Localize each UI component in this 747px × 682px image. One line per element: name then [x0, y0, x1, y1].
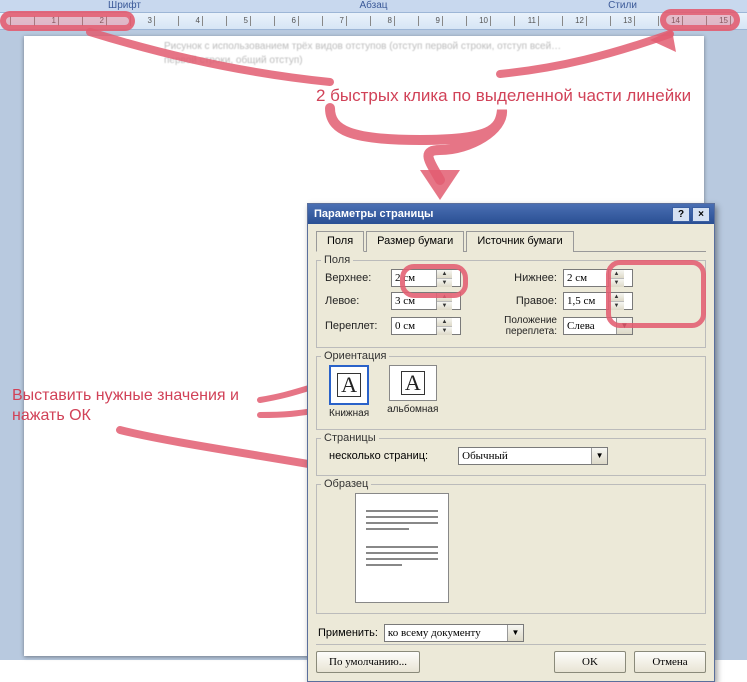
ruler-tick[interactable]: 12: [562, 16, 586, 26]
dialog-tabs: Поля Размер бумаги Источник бумаги: [316, 230, 706, 252]
margins-group: Верхнее: ▲▼ Нижнее: ▲▼ Левое: ▲▼ Правое:: [316, 260, 706, 348]
ruler-tick[interactable]: [202, 16, 226, 26]
dialog-title: Параметры страницы: [314, 208, 433, 220]
ruler-tick[interactable]: 15: [706, 16, 730, 26]
orientation-landscape[interactable]: A альбомная: [387, 365, 438, 419]
ruler-tick[interactable]: [250, 16, 274, 26]
help-button[interactable]: ?: [672, 207, 690, 222]
label-left: Левое:: [325, 295, 385, 307]
label-gutter: Переплет:: [325, 320, 385, 332]
ruler-tick[interactable]: 6: [274, 16, 298, 26]
cancel-button[interactable]: Отмена: [634, 651, 706, 673]
dropdown-apply-to[interactable]: ▼: [384, 624, 524, 642]
tab-margins[interactable]: Поля: [316, 231, 364, 252]
close-button[interactable]: ×: [692, 207, 710, 222]
ruler-tick[interactable]: [442, 16, 466, 26]
ruler-tick[interactable]: [490, 16, 514, 26]
spin-down-icon[interactable]: ▼: [437, 279, 452, 287]
chevron-down-icon[interactable]: ▼: [591, 448, 607, 464]
ribbon-group-paragraph: Абзац: [249, 0, 498, 12]
ruler-tick[interactable]: 11: [514, 16, 538, 26]
preview-group: [316, 484, 706, 614]
ruler-tick[interactable]: [586, 16, 610, 26]
input-bottom-margin[interactable]: ▲▼: [563, 269, 633, 287]
ruler-tick[interactable]: [538, 16, 562, 26]
label-top: Верхнее:: [325, 272, 385, 284]
orientation-group: A Книжная A альбомная: [316, 356, 706, 430]
orientation-portrait[interactable]: A Книжная: [329, 365, 369, 419]
doc-line-1: Рисунок с использованием трёх видов отст…: [164, 40, 564, 54]
ruler-tick[interactable]: 7: [322, 16, 346, 26]
dialog-titlebar[interactable]: Параметры страницы ? ×: [308, 204, 714, 224]
tab-source[interactable]: Источник бумаги: [466, 231, 573, 252]
ruler-tick[interactable]: [634, 16, 658, 26]
doc-line-2: первой строки, общий отступ): [164, 54, 564, 68]
ruler-tick[interactable]: 14: [658, 16, 682, 26]
defaults-button[interactable]: По умолчанию...: [316, 651, 420, 673]
label-apply: Применить:: [318, 627, 378, 639]
ruler-tick[interactable]: 4: [178, 16, 202, 26]
ruler-tick[interactable]: [58, 16, 82, 26]
ribbon-group-styles: Стили: [498, 0, 747, 12]
ruler-tick[interactable]: 13: [610, 16, 634, 26]
ruler-tick[interactable]: 9: [418, 16, 442, 26]
label-bottom: Нижнее:: [467, 272, 557, 284]
dropdown-pages[interactable]: ▼: [458, 447, 608, 465]
ruler-tick[interactable]: 2: [82, 16, 106, 26]
preview-thumbnail: [355, 493, 449, 603]
ruler-tick[interactable]: 5: [226, 16, 250, 26]
label-gutter-pos: Положение переплета:: [467, 315, 557, 337]
ruler-tick[interactable]: [154, 16, 178, 26]
ruler-tick[interactable]: [730, 16, 747, 26]
tab-paper[interactable]: Размер бумаги: [366, 231, 464, 252]
chevron-down-icon[interactable]: ▼: [616, 318, 632, 334]
label-pages: несколько страниц:: [329, 450, 428, 462]
ruler-tick[interactable]: [346, 16, 370, 26]
chevron-down-icon[interactable]: ▼: [507, 625, 523, 641]
input-top-margin[interactable]: ▲▼: [391, 269, 461, 287]
ruler-tick[interactable]: 1: [34, 16, 58, 26]
spin-up-icon[interactable]: ▲: [437, 270, 452, 279]
pages-group: несколько страниц: ▼: [316, 438, 706, 476]
landscape-icon: A: [401, 371, 425, 395]
ruler-tick[interactable]: [394, 16, 418, 26]
ribbon-group-labels: Шрифт Абзац Стили: [0, 0, 747, 12]
ruler-tick[interactable]: 8: [370, 16, 394, 26]
dropdown-gutter-position[interactable]: ▼: [563, 317, 633, 335]
label-right: Правое:: [467, 295, 557, 307]
ruler-tick[interactable]: [682, 16, 706, 26]
input-right-margin[interactable]: ▲▼: [563, 292, 633, 310]
page-setup-dialog: Параметры страницы ? × Поля Размер бумаг…: [307, 203, 715, 682]
input-gutter[interactable]: ▲▼: [391, 317, 461, 335]
input-left-margin[interactable]: ▲▼: [391, 292, 461, 310]
ok-button[interactable]: OK: [554, 651, 626, 673]
ruler-tick[interactable]: [298, 16, 322, 26]
ruler-tick[interactable]: [106, 16, 130, 26]
ruler-tick[interactable]: 3: [130, 16, 154, 26]
portrait-icon: A: [337, 373, 361, 397]
ribbon-group-font: Шрифт: [0, 0, 249, 12]
horizontal-ruler[interactable]: 1234567891011121314151617: [0, 12, 747, 30]
ruler-tick[interactable]: [10, 16, 34, 26]
ruler-tick[interactable]: 10: [466, 16, 490, 26]
